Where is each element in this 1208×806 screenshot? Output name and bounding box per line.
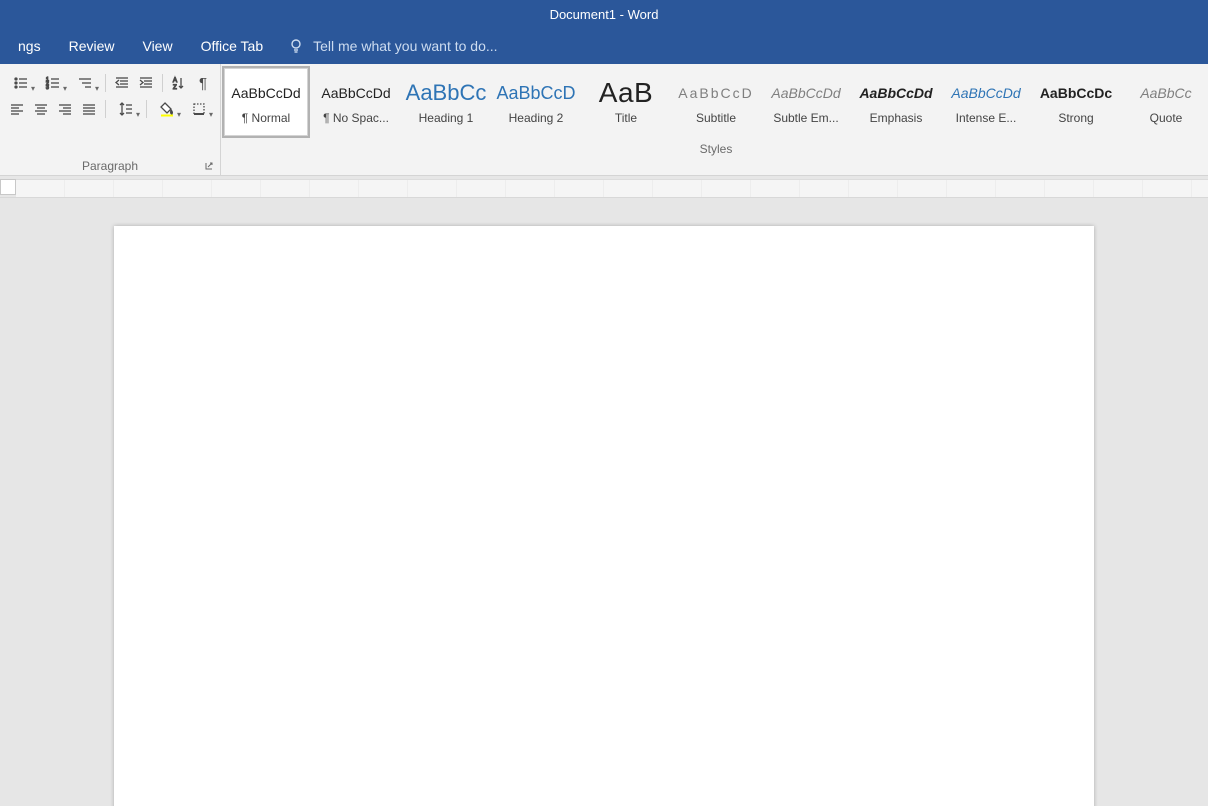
ruler-area	[0, 176, 1208, 198]
style-name: ¶ Normal	[226, 109, 306, 127]
separator	[105, 74, 106, 92]
style-item-normal[interactable]: AaBbCcDd¶ Normal	[222, 66, 310, 138]
style-name: Strong	[1035, 109, 1117, 127]
show-hide-pilcrow-button[interactable]: ¶	[192, 72, 214, 94]
style-item-strong[interactable]: AaBbCcDcStrong	[1032, 66, 1120, 138]
tab-mailings-partial[interactable]: ngs	[4, 28, 55, 64]
style-sample: AaBbCcD	[495, 77, 577, 109]
style-sample: AaBbCcDd	[765, 77, 847, 109]
style-item-no-spac[interactable]: AaBbCcDd¶ No Spac...	[312, 66, 400, 138]
style-item-heading-1[interactable]: AaBbCcHeading 1	[402, 66, 490, 138]
sort-button[interactable]: AZ	[168, 72, 190, 94]
style-name: Emphasis	[855, 109, 937, 127]
window-title: Document1 - Word	[550, 7, 659, 22]
group-label-styles: Styles	[221, 140, 1208, 158]
style-item-subtitle[interactable]: AaBbCcDSubtitle	[672, 66, 760, 138]
style-name: Heading 1	[405, 109, 487, 127]
style-sample: AaBbCc	[1125, 77, 1207, 109]
borders-button[interactable]	[184, 98, 214, 120]
tell-me[interactable]: Tell me what you want to do...	[287, 37, 497, 55]
style-name: Intense E...	[945, 109, 1027, 127]
justify-button[interactable]	[78, 98, 100, 120]
style-sample: AaBbCcDd	[855, 77, 937, 109]
horizontal-ruler[interactable]	[16, 179, 1208, 197]
separator	[105, 100, 106, 118]
style-item-title[interactable]: AaBTitle	[582, 66, 670, 138]
pilcrow-icon: ¶	[199, 75, 207, 92]
align-center-button[interactable]	[30, 98, 52, 120]
increase-indent-button[interactable]	[135, 72, 157, 94]
title-bar: Document1 - Word	[0, 0, 1208, 28]
style-item-emphasis[interactable]: AaBbCcDdEmphasis	[852, 66, 940, 138]
align-right-button[interactable]	[54, 98, 76, 120]
tell-me-placeholder: Tell me what you want to do...	[313, 38, 497, 54]
svg-text:A: A	[173, 78, 177, 84]
style-sample: AaBbCcD	[675, 77, 757, 109]
separator	[162, 74, 163, 92]
style-name: ¶ No Spac...	[315, 109, 397, 127]
ribbon: 123 AZ ¶	[0, 64, 1208, 176]
line-spacing-button[interactable]	[111, 98, 141, 120]
ribbon-tabs: ngs Review View Office Tab Tell me what …	[0, 28, 1208, 64]
style-name: Title	[585, 109, 667, 127]
style-item-subtle-em[interactable]: AaBbCcDdSubtle Em...	[762, 66, 850, 138]
svg-text:Z: Z	[173, 85, 177, 91]
style-sample: AaBbCcDd	[945, 77, 1027, 109]
style-sample: AaBbCcDd	[315, 77, 397, 109]
style-item-intense-e[interactable]: AaBbCcDdIntense E...	[942, 66, 1030, 138]
style-sample: AaBbCcDd	[226, 77, 306, 109]
bullets-button[interactable]	[6, 72, 36, 94]
group-paragraph: 123 AZ ¶	[0, 64, 220, 175]
style-name: Quote	[1125, 109, 1207, 127]
multilevel-list-button[interactable]	[70, 72, 100, 94]
style-item-quote[interactable]: AaBbCcQuote	[1122, 66, 1208, 138]
group-styles: AaBbCcDd¶ NormalAaBbCcDd¶ No Spac...AaBb…	[220, 64, 1208, 175]
document-page[interactable]	[114, 226, 1094, 806]
style-name: Subtitle	[675, 109, 757, 127]
style-name: Subtle Em...	[765, 109, 847, 127]
ruler-corner[interactable]	[0, 179, 16, 195]
numbering-button[interactable]: 123	[38, 72, 68, 94]
separator	[146, 100, 147, 118]
tab-office-tab[interactable]: Office Tab	[187, 28, 278, 64]
style-sample: AaBbCcDc	[1035, 77, 1117, 109]
style-item-heading-2[interactable]: AaBbCcDHeading 2	[492, 66, 580, 138]
decrease-indent-button[interactable]	[111, 72, 133, 94]
styles-gallery[interactable]: AaBbCcDd¶ NormalAaBbCcDd¶ No Spac...AaBb…	[221, 64, 1208, 140]
style-sample: AaB	[585, 77, 667, 109]
style-name: Heading 2	[495, 109, 577, 127]
align-left-button[interactable]	[6, 98, 28, 120]
document-area[interactable]	[0, 198, 1208, 806]
tab-view[interactable]: View	[128, 28, 186, 64]
paragraph-dialog-launcher[interactable]	[202, 159, 216, 173]
svg-text:3: 3	[46, 85, 49, 91]
tab-review[interactable]: Review	[55, 28, 129, 64]
shading-button[interactable]	[152, 98, 182, 120]
lightbulb-icon	[287, 37, 305, 55]
group-label-paragraph: Paragraph	[0, 157, 220, 175]
style-sample: AaBbCc	[405, 77, 487, 109]
